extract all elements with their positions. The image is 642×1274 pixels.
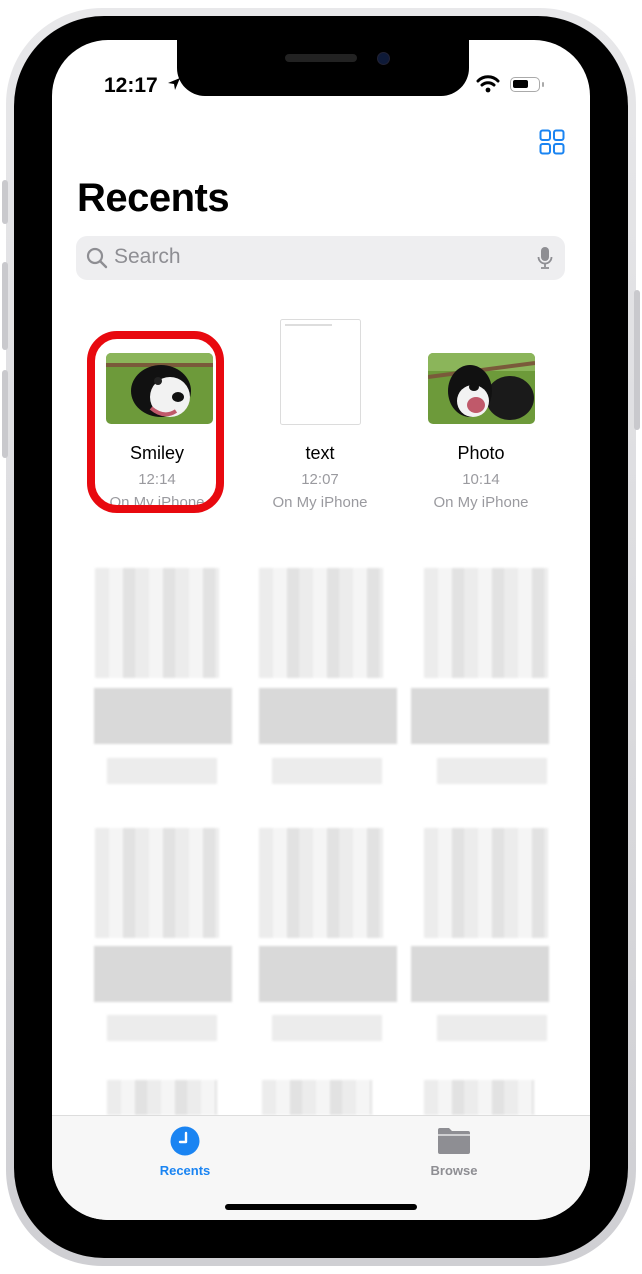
file-time: 10:14: [462, 471, 500, 488]
tab-recents[interactable]: Recents: [135, 1126, 235, 1178]
blurred-file-thumbnail: [259, 828, 383, 938]
folder-icon: [438, 1128, 470, 1154]
blurred-file-thumbnail: [95, 568, 219, 678]
blurred-file-label: [411, 688, 549, 744]
file-item-photo[interactable]: Photo 10:14 On My iPhone: [406, 340, 556, 520]
blurred-file-meta: [272, 758, 382, 784]
file-name: Photo: [457, 443, 505, 463]
highlight-annotation: [87, 331, 224, 513]
front-camera: [377, 52, 390, 65]
file-location: On My iPhone: [272, 494, 368, 511]
file-item-text[interactable]: text 12:07 On My iPhone: [245, 319, 395, 520]
blurred-file-meta: [272, 1015, 382, 1041]
status-time: 12:17: [104, 74, 158, 97]
blurred-file-label: [94, 688, 232, 744]
microphone-icon[interactable]: [537, 246, 553, 270]
file-thumbnail-text: [280, 319, 361, 425]
notch: [177, 40, 469, 96]
volume-down-button: [2, 370, 8, 458]
file-location: On My iPhone: [433, 494, 529, 511]
blurred-file-thumbnail: [95, 828, 219, 938]
search-icon: [86, 247, 108, 269]
file-thumbnail-photo: [428, 353, 535, 424]
tab-label: Recents: [159, 1163, 211, 1178]
search-input[interactable]: [114, 245, 514, 269]
mute-switch: [2, 180, 8, 224]
home-indicator[interactable]: [225, 1204, 417, 1210]
blurred-file-thumbnail: [424, 1080, 534, 1115]
wifi-icon: [476, 75, 500, 93]
grid-view-icon[interactable]: [539, 129, 565, 155]
blurred-file-meta: [437, 1015, 547, 1041]
battery-icon: [510, 77, 544, 92]
blurred-file-meta: [437, 758, 547, 784]
tab-browse[interactable]: Browse: [404, 1126, 504, 1178]
volume-up-button: [2, 262, 8, 350]
page-title: Recents: [77, 176, 230, 220]
search-bar[interactable]: [76, 236, 565, 280]
blurred-file-thumbnail: [424, 568, 548, 678]
blurred-file-label: [259, 946, 397, 1002]
blurred-file-meta: [107, 758, 217, 784]
side-button: [634, 290, 640, 430]
blurred-file-label: [259, 688, 397, 744]
file-time: 12:07: [301, 471, 339, 488]
blurred-file-label: [411, 946, 549, 1002]
blurred-file-label: [94, 946, 232, 1002]
blurred-file-thumbnail: [259, 568, 383, 678]
screen: 12:17 Recents Search Smiley 12:14 On My …: [52, 40, 590, 1220]
blurred-file-thumbnail: [262, 1080, 372, 1115]
blurred-file-thumbnail: [107, 1080, 217, 1115]
blurred-file-meta: [107, 1015, 217, 1041]
speaker: [285, 54, 357, 62]
file-name: text: [305, 443, 335, 463]
tab-label: Browse: [430, 1163, 478, 1178]
clock-icon: [170, 1126, 200, 1156]
blurred-file-thumbnail: [424, 828, 548, 938]
location-arrow-icon: [168, 78, 180, 90]
